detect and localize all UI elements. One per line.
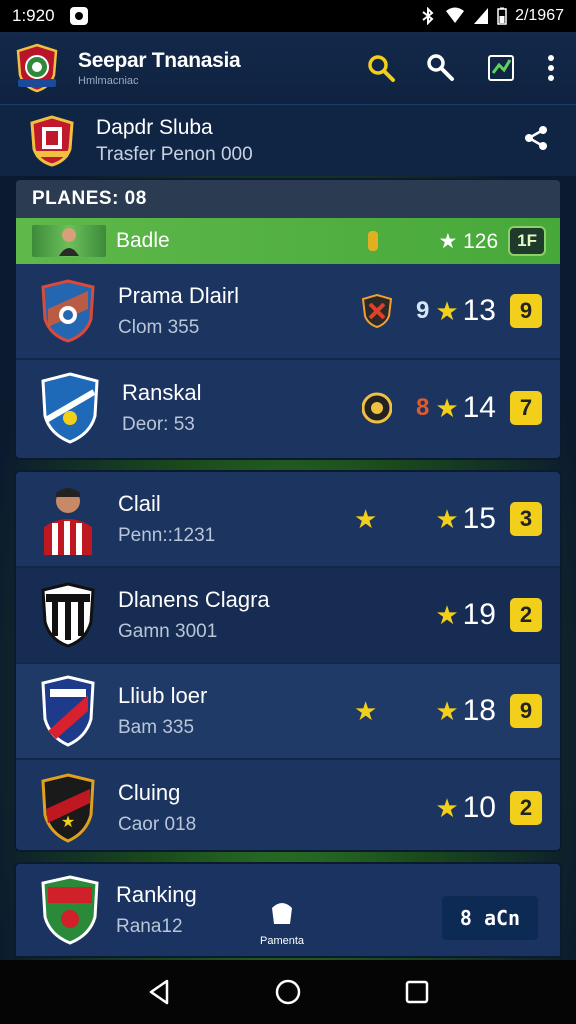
club-name: Dapdr Sluba (96, 115, 213, 139)
rank-badge: 3 (510, 502, 542, 536)
club-crest-icon (40, 582, 96, 648)
club-rating: 10 (462, 791, 496, 824)
club-panel: Clail Penn::1231 ★ ★ 15 3 Dlanens Clagra… (14, 470, 562, 852)
club-rating: 15 (462, 502, 496, 535)
list-item[interactable]: Lliub loer Bam 335 ★ ★ 18 9 (16, 664, 560, 760)
club-crest-icon (28, 114, 76, 167)
action-button[interactable]: 8 aCn (442, 896, 538, 940)
ranking-panel[interactable]: Ranking Rana12 Pamenta 8 aCn (14, 862, 562, 958)
tab-pamenta[interactable]: Pamenta (260, 900, 304, 947)
star-icon: ★ (354, 503, 378, 534)
club-crest-icon (40, 875, 100, 945)
player-rating: ★ 126 (438, 229, 499, 253)
club-crest-icon: ★ (40, 773, 96, 843)
club-crest-icon (40, 675, 96, 747)
list-item[interactable]: Clail Penn::1231 ★ ★ 15 3 (16, 472, 560, 568)
star-icon: ★ (354, 695, 378, 726)
position-badge: 1F (508, 226, 546, 256)
players-panel: PLANES: 08 Badle ★ 126 1F Prama Dlairl C… (14, 178, 562, 460)
list-item[interactable]: Prama Dlairl Clom 355 9 ★ 13 9 (16, 264, 560, 360)
club-crest-icon (40, 279, 96, 343)
panel-header: PLANES: 08 (16, 180, 560, 218)
tab-label: Pamenta (260, 935, 305, 947)
rank-badge: 7 (510, 391, 542, 425)
highlight-row[interactable]: Badle ★ 126 1F (16, 218, 560, 264)
player-photo (32, 225, 106, 257)
star-icon: ★ (435, 295, 459, 326)
battery-icon (497, 7, 507, 25)
club-name: Clail (118, 491, 161, 516)
club-header: Dapdr Sluba Trasfer Penon 000 (0, 104, 576, 176)
star-icon: ★ (435, 599, 459, 630)
star-icon: ★ (435, 392, 459, 423)
rank-badge: 9 (510, 694, 542, 728)
player-name: Prama Dlairl (118, 283, 240, 308)
list-item[interactable]: ★ Cluing Caor 018 ★ 10 2 (16, 760, 560, 850)
status-bar: 1:920 2/1967 (0, 0, 576, 32)
bluetooth-icon (419, 7, 437, 25)
ranking-meta: Rana12 (116, 916, 183, 937)
signal-icon (445, 7, 465, 25)
club-meta: Gamn 3001 (118, 621, 218, 642)
svg-text:★: ★ (61, 812, 75, 831)
app-subtitle: Hmlmacniac (78, 75, 139, 87)
star-icon: ★ (435, 695, 459, 726)
star-icon: ★ (435, 792, 459, 823)
star-icon: ★ (435, 503, 459, 534)
search-icon[interactable] (366, 53, 396, 83)
list-item[interactable]: Dlanens Clagra Gamn 3001 ★ 19 2 (16, 568, 560, 664)
app-title: Seepar Tnanasia (78, 49, 241, 72)
club-name: Lliub loer (118, 683, 208, 708)
system-nav-bar (0, 960, 576, 1024)
key-icon[interactable] (426, 53, 456, 83)
club-name: Cluing (118, 780, 181, 805)
player-name: Ranskal (122, 380, 202, 405)
status-time: 1:920 (12, 6, 55, 25)
opponent-crest-icon (361, 392, 392, 424)
more-icon[interactable] (546, 54, 556, 82)
rank-badge: 2 (510, 598, 542, 632)
extra-value: 9 (415, 297, 430, 324)
club-meta: Penn::1231 (118, 525, 216, 546)
club-meta: Bam 335 (118, 717, 195, 738)
share-icon[interactable] (524, 125, 548, 156)
back-icon[interactable] (147, 979, 171, 1005)
notification-icon (69, 6, 89, 26)
club-name: Dlanens Clagra (118, 587, 270, 612)
chart-icon[interactable] (486, 53, 516, 83)
transfer-info: Trasfer Penon 000 (96, 143, 253, 165)
extra-value: 8 (415, 394, 430, 421)
player-name: Badle (116, 229, 170, 252)
player-meta: Clom 355 (118, 317, 200, 338)
home-icon[interactable] (274, 978, 302, 1006)
player-rating: 14 (462, 391, 496, 424)
recents-icon[interactable] (405, 980, 429, 1004)
club-crest-icon[interactable] (14, 43, 60, 93)
battery-text: 2/1967 (515, 7, 564, 24)
club-crest-icon (40, 372, 100, 444)
player-avatar-icon (40, 483, 96, 555)
list-item[interactable]: Ranskal Deor: 53 8 ★ 14 7 (16, 360, 560, 456)
player-rating: 13 (462, 294, 496, 327)
app-bar: Seepar Tnanasia Hmlmacniac (0, 32, 576, 104)
club-meta: Caor 018 (118, 814, 197, 835)
ranking-title: Ranking (116, 882, 197, 907)
opponent-crest-icon (361, 294, 392, 328)
trophy-icon (268, 900, 296, 931)
rank-badge: 2 (510, 791, 542, 825)
club-rating: 19 (462, 598, 496, 631)
player-meta: Deor: 53 (122, 414, 195, 435)
form-indicator (368, 231, 379, 251)
rank-badge: 9 (510, 294, 542, 328)
cell-icon (473, 7, 489, 25)
club-rating: 18 (462, 694, 496, 727)
